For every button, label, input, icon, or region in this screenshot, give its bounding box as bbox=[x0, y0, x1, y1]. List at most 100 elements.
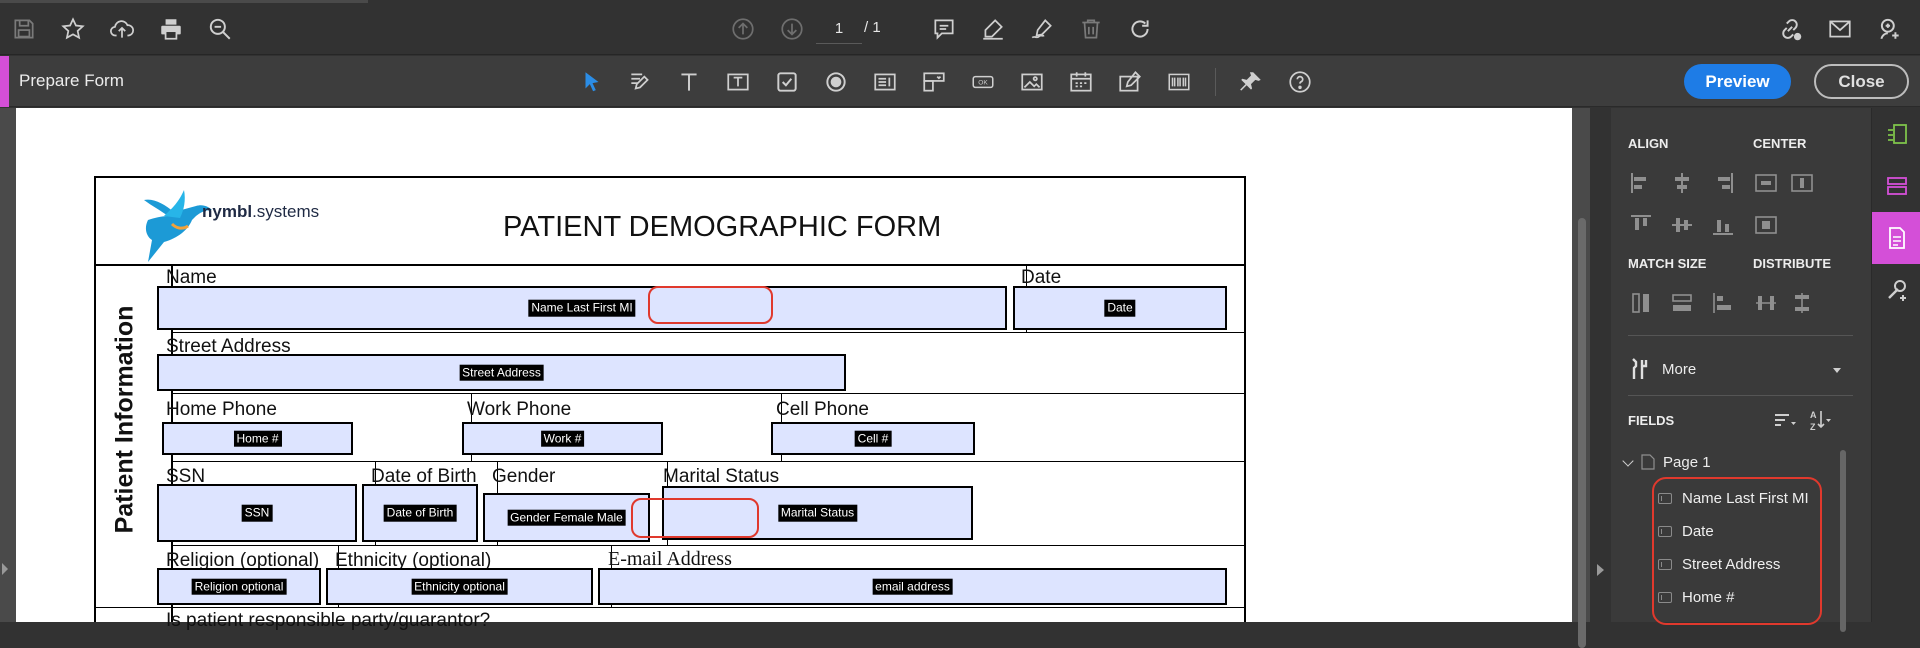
field-dob[interactable]: Date of Birth bbox=[362, 484, 478, 542]
center-horizontal-icon[interactable] bbox=[1753, 170, 1779, 196]
radio-button-icon[interactable] bbox=[820, 66, 852, 98]
document-scrollbar[interactable] bbox=[1578, 218, 1586, 648]
tool-accent-stripe bbox=[0, 56, 9, 107]
align-center-v-icon[interactable] bbox=[1669, 212, 1695, 238]
preview-button[interactable]: Preview bbox=[1684, 64, 1791, 99]
button-ok-icon[interactable]: OK bbox=[967, 66, 999, 98]
match-size-header: MATCH SIZE bbox=[1628, 256, 1707, 271]
pin-icon[interactable] bbox=[1235, 66, 1267, 98]
panel-divider bbox=[1628, 395, 1853, 396]
distribute-horizontal-icon[interactable] bbox=[1753, 290, 1779, 316]
distribute-header: DISTRIBUTE bbox=[1753, 256, 1831, 271]
page-number-input[interactable]: 1 bbox=[816, 14, 862, 44]
checkbox-icon[interactable] bbox=[771, 66, 803, 98]
date-icon[interactable] bbox=[1065, 66, 1097, 98]
document-viewport[interactable]: nymbl.systems PATIENT DEMOGRAPHIC FORM P… bbox=[0, 108, 1604, 648]
page-total: / 1 bbox=[864, 19, 881, 36]
edit-pdf-icon[interactable] bbox=[1872, 160, 1920, 212]
help-icon[interactable] bbox=[1284, 66, 1316, 98]
align-left-icon[interactable] bbox=[1628, 170, 1654, 196]
field-cell-tag: Cell # bbox=[854, 430, 892, 447]
share-link-icon[interactable] bbox=[1772, 11, 1808, 47]
field-ethnicity[interactable]: Ethnicity optional bbox=[326, 568, 593, 605]
highlight-ring-field-list bbox=[1652, 477, 1822, 625]
align-header: ALIGN bbox=[1628, 136, 1669, 151]
match-width-icon[interactable] bbox=[1669, 290, 1695, 316]
list-box-icon[interactable] bbox=[869, 66, 901, 98]
organize-pages-icon[interactable] bbox=[1872, 108, 1920, 160]
save-icon[interactable] bbox=[6, 11, 42, 47]
match-height-icon[interactable] bbox=[1628, 290, 1654, 316]
trash-icon[interactable] bbox=[1073, 11, 1109, 47]
tool-title: Prepare Form bbox=[19, 71, 124, 90]
panel-collapse-icon[interactable] bbox=[1597, 564, 1604, 576]
comment-icon[interactable] bbox=[926, 11, 962, 47]
page-down-icon[interactable] bbox=[774, 11, 810, 47]
field-email[interactable]: email address bbox=[598, 568, 1227, 605]
field-list-scrollbar[interactable] bbox=[1840, 450, 1846, 632]
upload-cloud-icon[interactable] bbox=[104, 11, 140, 47]
align-center-h-icon[interactable] bbox=[1669, 170, 1695, 196]
top-toolbar: 1 / 1 bbox=[0, 0, 1920, 55]
field-ssn[interactable]: SSN bbox=[157, 484, 357, 542]
form-border-top bbox=[94, 176, 1246, 178]
add-user-icon[interactable] bbox=[1872, 11, 1908, 47]
image-icon[interactable] bbox=[1016, 66, 1048, 98]
field-street[interactable]: Street Address bbox=[157, 354, 846, 391]
sign-pen-icon[interactable] bbox=[1024, 11, 1060, 47]
center-vertical-icon[interactable] bbox=[1789, 170, 1815, 196]
field-name[interactable]: Name Last First MI bbox=[157, 286, 1007, 330]
field-dob-tag: Date of Birth bbox=[383, 504, 457, 522]
sort-order-icon[interactable] bbox=[1771, 407, 1797, 433]
label-gender: Gender bbox=[492, 466, 556, 487]
field-religion[interactable]: Religion optional bbox=[157, 568, 321, 605]
logo-text-bold: nymbl bbox=[202, 202, 253, 221]
align-bottom-icon[interactable] bbox=[1710, 212, 1736, 238]
page-expand-chevron-icon[interactable] bbox=[1622, 455, 1634, 467]
label-marital: Marital Status bbox=[663, 466, 780, 487]
field-cell[interactable]: Cell # bbox=[771, 422, 975, 455]
dropdown-icon[interactable] bbox=[918, 66, 950, 98]
align-top-icon[interactable] bbox=[1628, 212, 1654, 238]
header-divider bbox=[94, 264, 1246, 266]
text-field-icon[interactable] bbox=[673, 66, 705, 98]
more-label[interactable]: More bbox=[1662, 361, 1696, 378]
sort-alpha-icon[interactable]: AZ bbox=[1806, 407, 1832, 433]
select-arrow-icon[interactable] bbox=[576, 66, 608, 98]
field-ethnicity-tag: Ethnicity optional bbox=[411, 578, 508, 595]
align-right-icon[interactable] bbox=[1710, 170, 1736, 196]
field-home[interactable]: Home # bbox=[162, 422, 353, 455]
hummingbird-logo-icon bbox=[134, 180, 214, 264]
close-button[interactable]: Close bbox=[1814, 64, 1909, 99]
zoom-out-icon[interactable] bbox=[202, 11, 238, 47]
label-work-phone: Work Phone bbox=[467, 399, 572, 420]
left-panel-toggle-icon[interactable] bbox=[2, 563, 8, 575]
highlight-pen-icon[interactable] bbox=[975, 11, 1011, 47]
fields-header: FIELDS bbox=[1628, 413, 1675, 428]
edit-text-icon[interactable] bbox=[624, 66, 656, 98]
center-both-icon[interactable] bbox=[1753, 212, 1779, 238]
label-cell-phone: Cell Phone bbox=[776, 399, 869, 420]
label-name: Name bbox=[166, 267, 217, 288]
field-work-tag: Work # bbox=[540, 430, 585, 447]
field-date[interactable]: Date bbox=[1013, 286, 1227, 330]
print-icon[interactable] bbox=[153, 11, 189, 47]
mail-icon[interactable] bbox=[1822, 11, 1858, 47]
field-marital-tag: Marital Status bbox=[777, 504, 858, 522]
svg-text:OK: OK bbox=[978, 80, 988, 87]
prepare-form-icon[interactable] bbox=[1872, 212, 1920, 264]
text-box-icon[interactable] bbox=[722, 66, 754, 98]
rotate-icon[interactable] bbox=[1122, 11, 1158, 47]
signature-icon[interactable] bbox=[1114, 66, 1146, 98]
barcode-icon[interactable] bbox=[1163, 66, 1195, 98]
field-gender[interactable]: Gender Female Male bbox=[483, 493, 650, 542]
page-up-icon[interactable] bbox=[725, 11, 761, 47]
distribute-vertical-icon[interactable] bbox=[1789, 290, 1815, 316]
more-dropdown-icon[interactable] bbox=[1833, 368, 1841, 373]
highlight-ring-name bbox=[648, 286, 773, 324]
page-node-label[interactable]: Page 1 bbox=[1663, 454, 1711, 471]
more-tools-icon[interactable] bbox=[1872, 264, 1920, 316]
field-work[interactable]: Work # bbox=[462, 422, 663, 455]
star-icon[interactable] bbox=[55, 11, 91, 47]
match-both-icon[interactable] bbox=[1710, 290, 1736, 316]
